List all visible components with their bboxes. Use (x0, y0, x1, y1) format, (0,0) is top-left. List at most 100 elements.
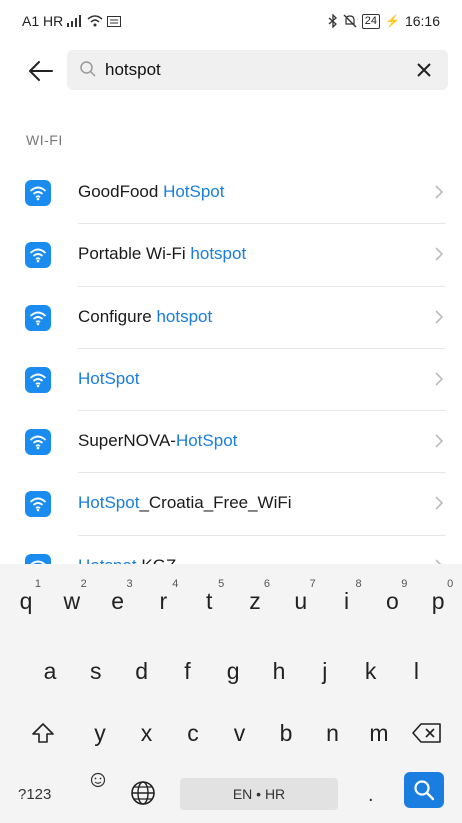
search-input[interactable] (105, 55, 395, 85)
result-highlight: Hotspot (78, 556, 137, 564)
chevron-right-icon (434, 371, 444, 392)
list-item[interactable]: Hotspot KGZ (0, 536, 462, 564)
key-o[interactable]: 9o (369, 576, 415, 626)
key-number-hint: 9 (401, 578, 408, 590)
key-d[interactable]: d (119, 646, 165, 696)
close-icon (417, 63, 431, 77)
key-label: s (90, 657, 102, 684)
keyboard-search-button[interactable] (404, 772, 444, 808)
language-key[interactable] (130, 780, 156, 811)
keyboard-row-3: yxcvb nm (0, 708, 462, 758)
search-icon (414, 780, 435, 801)
key-t[interactable]: 5t (186, 576, 232, 626)
key-label: r (159, 587, 168, 614)
key-number-hint: 8 (355, 578, 362, 590)
key-s[interactable]: s (73, 646, 119, 696)
status-bar: A1 HR 24 ⚡ 16:16 (0, 0, 462, 44)
list-item[interactable]: GoodFood HotSpot (0, 162, 462, 225)
keyboard-row-1: 1q2w3e4r5t6z7u8i9o0p (0, 576, 462, 626)
key-label: w (63, 587, 81, 614)
key-z[interactable]: 6z (232, 576, 278, 626)
result-highlight: hotspot (190, 244, 247, 264)
key-label: p (431, 587, 445, 614)
results-list: GoodFood HotSpot Portable Wi-Fi hotspot Co… (0, 162, 462, 564)
wifi-icon (25, 491, 51, 518)
key-j[interactable]: j (302, 646, 348, 696)
result-highlight: HotSpot (78, 368, 140, 388)
key-f[interactable]: f (164, 646, 210, 696)
list-item[interactable]: HotSpot_Croatia_Free_WiFi (0, 473, 462, 536)
key-number-hint: 1 (34, 578, 41, 590)
symbols-key[interactable]: ?123 (18, 786, 51, 803)
clear-button[interactable] (414, 60, 434, 80)
emoji-key[interactable] (90, 772, 106, 793)
key-x[interactable]: x (124, 708, 170, 758)
result-label: HotSpot (78, 369, 139, 389)
key-u[interactable]: 7u (278, 576, 324, 626)
key-a[interactable]: a (27, 646, 73, 696)
chevron-right-icon (434, 433, 444, 454)
wifi-status-icon (87, 15, 103, 27)
space-bar[interactable]: EN • HR (180, 778, 338, 810)
key-label: u (294, 587, 308, 614)
list-item[interactable]: HotSpot (0, 349, 462, 412)
key-r[interactable]: 4r (140, 576, 186, 626)
back-button[interactable] (26, 56, 56, 86)
list-item[interactable]: Configure hotspot (0, 287, 462, 349)
key-m[interactable]: m (356, 708, 402, 758)
key-c[interactable]: c (170, 708, 216, 758)
back-arrow-icon (29, 61, 53, 81)
key-l[interactable]: l (393, 646, 439, 696)
keyboard: 1q2w3e4r5t6z7u8i9o0p asdfghjkl yxcvbnm ?… (0, 564, 462, 823)
result-label: SuperNOVA-HotSpot (78, 431, 237, 451)
carrier-label: A1 HR (22, 13, 64, 29)
key-g[interactable]: g (210, 646, 256, 696)
key-label: q (19, 587, 33, 614)
result-highlight: HotSpot (175, 431, 238, 451)
key-p[interactable]: 0p (415, 576, 461, 626)
key-label: a (43, 657, 57, 684)
key-i[interactable]: 8i (324, 576, 370, 626)
key-n[interactable]: n (310, 708, 356, 758)
key-e[interactable]: 3e (95, 576, 141, 626)
result-label: Hotspot KGZ (78, 556, 176, 564)
key-label: f (184, 657, 191, 684)
key-label: i (344, 587, 350, 614)
key-number-hint: 5 (218, 578, 225, 590)
search-icon (79, 60, 97, 83)
list-item[interactable]: SuperNOVA-HotSpot (0, 411, 462, 474)
result-highlight: HotSpot (163, 182, 225, 201)
key-y[interactable]: y (77, 708, 123, 758)
key-label: b (279, 719, 293, 746)
key-number-hint: 6 (263, 578, 270, 590)
key-h[interactable]: h (256, 646, 302, 696)
result-label: Portable Wi-Fi hotspot (78, 244, 246, 264)
key-v[interactable]: v (217, 708, 263, 758)
wifi-icon (25, 553, 51, 564)
key-label: k (364, 657, 377, 684)
key-w[interactable]: 2w (49, 576, 95, 626)
search-box[interactable] (67, 50, 448, 90)
key-label: z (249, 587, 261, 614)
key-q[interactable]: 1q (3, 576, 49, 626)
result-label: Configure hotspot (78, 307, 212, 327)
key-label: e (111, 587, 124, 614)
backspace-key[interactable] (404, 708, 450, 758)
key-number-hint: 0 (447, 578, 454, 590)
chevron-right-icon (434, 495, 444, 516)
key-k[interactable]: k (348, 646, 394, 696)
chevron-right-icon (434, 184, 444, 205)
result-text: KGZ (137, 556, 176, 564)
list-item[interactable]: Portable Wi-Fi hotspot (0, 224, 462, 287)
key-b[interactable]: b (263, 708, 309, 758)
wifi-icon (25, 180, 51, 206)
key-number-hint: 2 (80, 578, 87, 590)
key-label: n (326, 719, 339, 746)
wifi-icon (25, 429, 51, 456)
period-key[interactable]: . (368, 784, 374, 807)
result-text: GoodFood (78, 182, 164, 201)
search-header (0, 44, 462, 96)
key-label: o (385, 587, 399, 614)
keyboard-row-2: a sdfghjkl (0, 646, 462, 696)
shift-key[interactable] (20, 708, 66, 758)
